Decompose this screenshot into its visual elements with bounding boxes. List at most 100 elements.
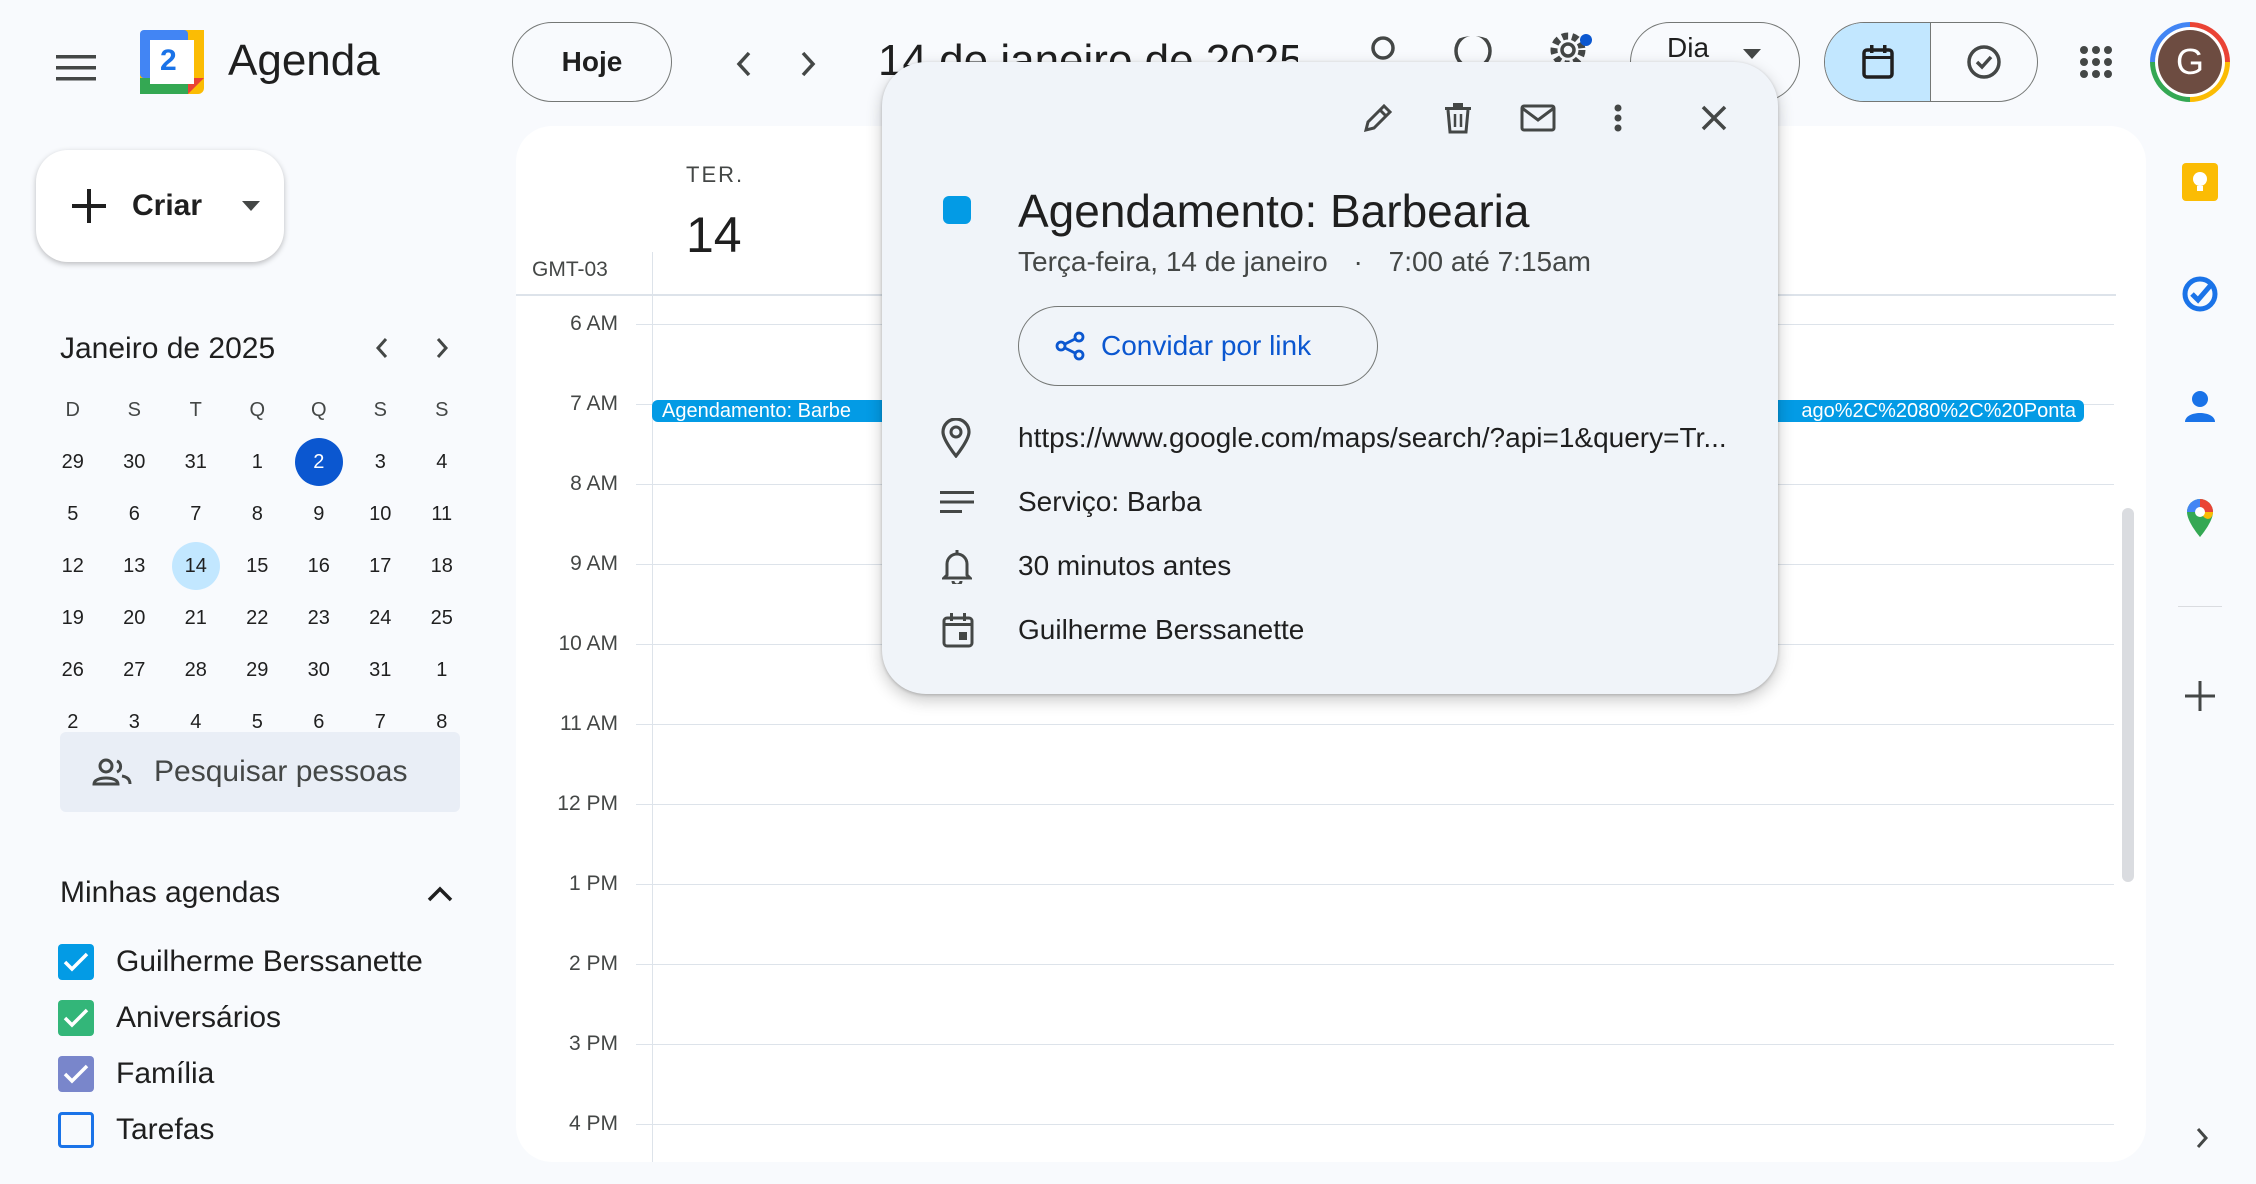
mini-calendar-day-label: 18 xyxy=(430,554,453,577)
mini-calendar-day[interactable]: 9 xyxy=(288,488,350,540)
calendar-list-item[interactable]: Família xyxy=(58,1056,214,1092)
previous-day-button[interactable] xyxy=(720,40,768,88)
search-people-placeholder: Pesquisar pessoas xyxy=(154,755,408,788)
mini-calendar-day[interactable]: 16 xyxy=(288,540,350,592)
tasks-view-button[interactable] xyxy=(1931,23,2037,101)
mini-calendar-day[interactable]: 1 xyxy=(227,436,289,488)
mini-calendar-day[interactable]: 13 xyxy=(104,540,166,592)
checkbox-checked-icon[interactable] xyxy=(58,1000,94,1036)
mini-calendar-day[interactable]: 2 xyxy=(288,436,350,488)
mini-calendar-day[interactable]: 30 xyxy=(104,436,166,488)
mini-calendar-day[interactable]: 21 xyxy=(165,592,227,644)
create-button[interactable]: Criar xyxy=(36,150,284,262)
mini-calendar-day-label: 25 xyxy=(430,606,453,629)
share-icon xyxy=(1055,331,1085,361)
mini-calendar-day[interactable]: 30 xyxy=(288,644,350,696)
mini-calendar-day[interactable]: 8 xyxy=(227,488,289,540)
mini-calendar-day[interactable]: 18 xyxy=(411,540,473,592)
mini-calendar-next-button[interactable] xyxy=(424,330,460,366)
mini-calendar-day[interactable]: 1 xyxy=(411,644,473,696)
calendar-owner-icon xyxy=(942,612,974,648)
hour-label: 9 AM xyxy=(570,552,618,575)
hour-label: 3 PM xyxy=(568,1032,618,1055)
checkbox-checked-icon[interactable] xyxy=(58,1056,94,1092)
mini-calendar-day[interactable]: 4 xyxy=(411,436,473,488)
mini-calendar-day[interactable]: 26 xyxy=(42,644,104,696)
mini-calendar-day[interactable]: 15 xyxy=(227,540,289,592)
mini-calendar-day[interactable]: 5 xyxy=(42,488,104,540)
mini-calendar-day-label: 2 xyxy=(294,438,343,486)
settings-notification-dot xyxy=(1580,34,1592,46)
hour-label: 6 AM xyxy=(570,312,618,335)
edit-event-button[interactable] xyxy=(1356,96,1400,140)
get-addons-button[interactable] xyxy=(2176,672,2224,720)
mini-calendar-day[interactable]: 3 xyxy=(350,436,412,488)
mini-calendar-day[interactable]: 29 xyxy=(42,436,104,488)
search-people-input[interactable]: Pesquisar pessoas xyxy=(60,732,460,812)
mini-calendar-day[interactable]: 31 xyxy=(165,436,227,488)
event-date-time: Terça-feira, 14 de janeiro · 7:00 até 7:… xyxy=(1018,246,1591,278)
delete-event-button[interactable] xyxy=(1436,96,1480,140)
day-number[interactable]: 14 xyxy=(686,206,742,264)
mini-calendar-day-label: 15 xyxy=(246,554,269,577)
account-avatar[interactable]: G xyxy=(2150,22,2230,102)
mini-calendar-day[interactable]: 10 xyxy=(350,488,412,540)
calendar-list-item[interactable]: Tarefas xyxy=(58,1112,214,1148)
event-chip-location-tail: ago%2C%2080%2C%20Ponta xyxy=(1801,400,2076,422)
invite-by-link-button[interactable]: Convidar por link xyxy=(1018,306,1378,386)
event-description: Serviço: Barba xyxy=(1018,486,1202,517)
mini-calendar-day[interactable]: 11 xyxy=(411,488,473,540)
mini-calendar-day[interactable]: 7 xyxy=(165,488,227,540)
checkbox-unchecked-icon[interactable] xyxy=(58,1112,94,1148)
mini-calendar-day-label: 4 xyxy=(436,450,448,473)
calendar-list-item[interactable]: Guilherme Berssanette xyxy=(58,944,423,980)
contacts-button[interactable] xyxy=(2176,382,2224,430)
calendar-view-button[interactable] xyxy=(1825,23,1931,101)
email-guests-button[interactable] xyxy=(1516,96,1560,140)
mini-calendar-prev-button[interactable] xyxy=(364,330,400,366)
main-menu-button[interactable] xyxy=(46,38,106,98)
mini-calendar-day[interactable]: 31 xyxy=(350,644,412,696)
calendar-logo[interactable]: 2 xyxy=(140,30,204,94)
mini-calendar-day[interactable]: 6 xyxy=(104,488,166,540)
view-switcher xyxy=(1824,22,2038,102)
weekday-header: Q xyxy=(249,398,266,421)
mini-calendar-day[interactable]: 22 xyxy=(227,592,289,644)
today-button[interactable]: Hoje xyxy=(512,22,672,102)
keep-button[interactable] xyxy=(2176,158,2224,206)
tasks-button[interactable] xyxy=(2176,270,2224,318)
calendar-list-item[interactable]: Aniversários xyxy=(58,1000,281,1036)
close-popover-button[interactable] xyxy=(1692,96,1736,140)
mini-calendar-day[interactable]: 25 xyxy=(411,592,473,644)
next-day-button[interactable] xyxy=(784,40,832,88)
more-options-button[interactable] xyxy=(1596,96,1640,140)
expand-side-panel-button[interactable] xyxy=(2184,1118,2220,1158)
mini-calendar-day[interactable]: 20 xyxy=(104,592,166,644)
maps-button[interactable] xyxy=(2176,494,2224,542)
event-title: Agendamento: Barbearia xyxy=(1018,185,1530,237)
mini-calendar-day[interactable]: 12 xyxy=(42,540,104,592)
mini-calendar-day[interactable]: 19 xyxy=(42,592,104,644)
more-vert-icon xyxy=(1614,104,1622,132)
mini-calendar-day[interactable]: 17 xyxy=(350,540,412,592)
hour-label: 10 AM xyxy=(558,632,618,655)
mini-calendar-day[interactable]: 28 xyxy=(165,644,227,696)
people-icon xyxy=(92,758,132,786)
event-time: 7:00 até 7:15am xyxy=(1388,246,1591,277)
day-view-scrollbar[interactable] xyxy=(2122,508,2134,882)
mini-calendar-day[interactable]: 24 xyxy=(350,592,412,644)
mini-calendar-title: Janeiro de 2025 xyxy=(60,332,276,365)
checkbox-checked-icon[interactable] xyxy=(58,944,94,980)
apps-button[interactable] xyxy=(2070,36,2122,88)
maps-icon xyxy=(2187,499,2213,537)
mini-calendar-day[interactable]: 23 xyxy=(288,592,350,644)
mini-calendar-day[interactable]: 27 xyxy=(104,644,166,696)
event-location-link[interactable]: https://www.google.com/maps/search/?api=… xyxy=(1018,422,1748,454)
mini-calendar-day-label: 31 xyxy=(184,450,207,473)
my-calendars-collapse-button[interactable] xyxy=(418,872,462,916)
mini-calendar-day-label: 20 xyxy=(123,606,146,629)
mini-calendar-day[interactable]: 14 xyxy=(165,540,227,592)
close-icon xyxy=(1701,105,1727,131)
hour-label: 7 AM xyxy=(570,392,618,415)
mini-calendar-day[interactable]: 29 xyxy=(227,644,289,696)
